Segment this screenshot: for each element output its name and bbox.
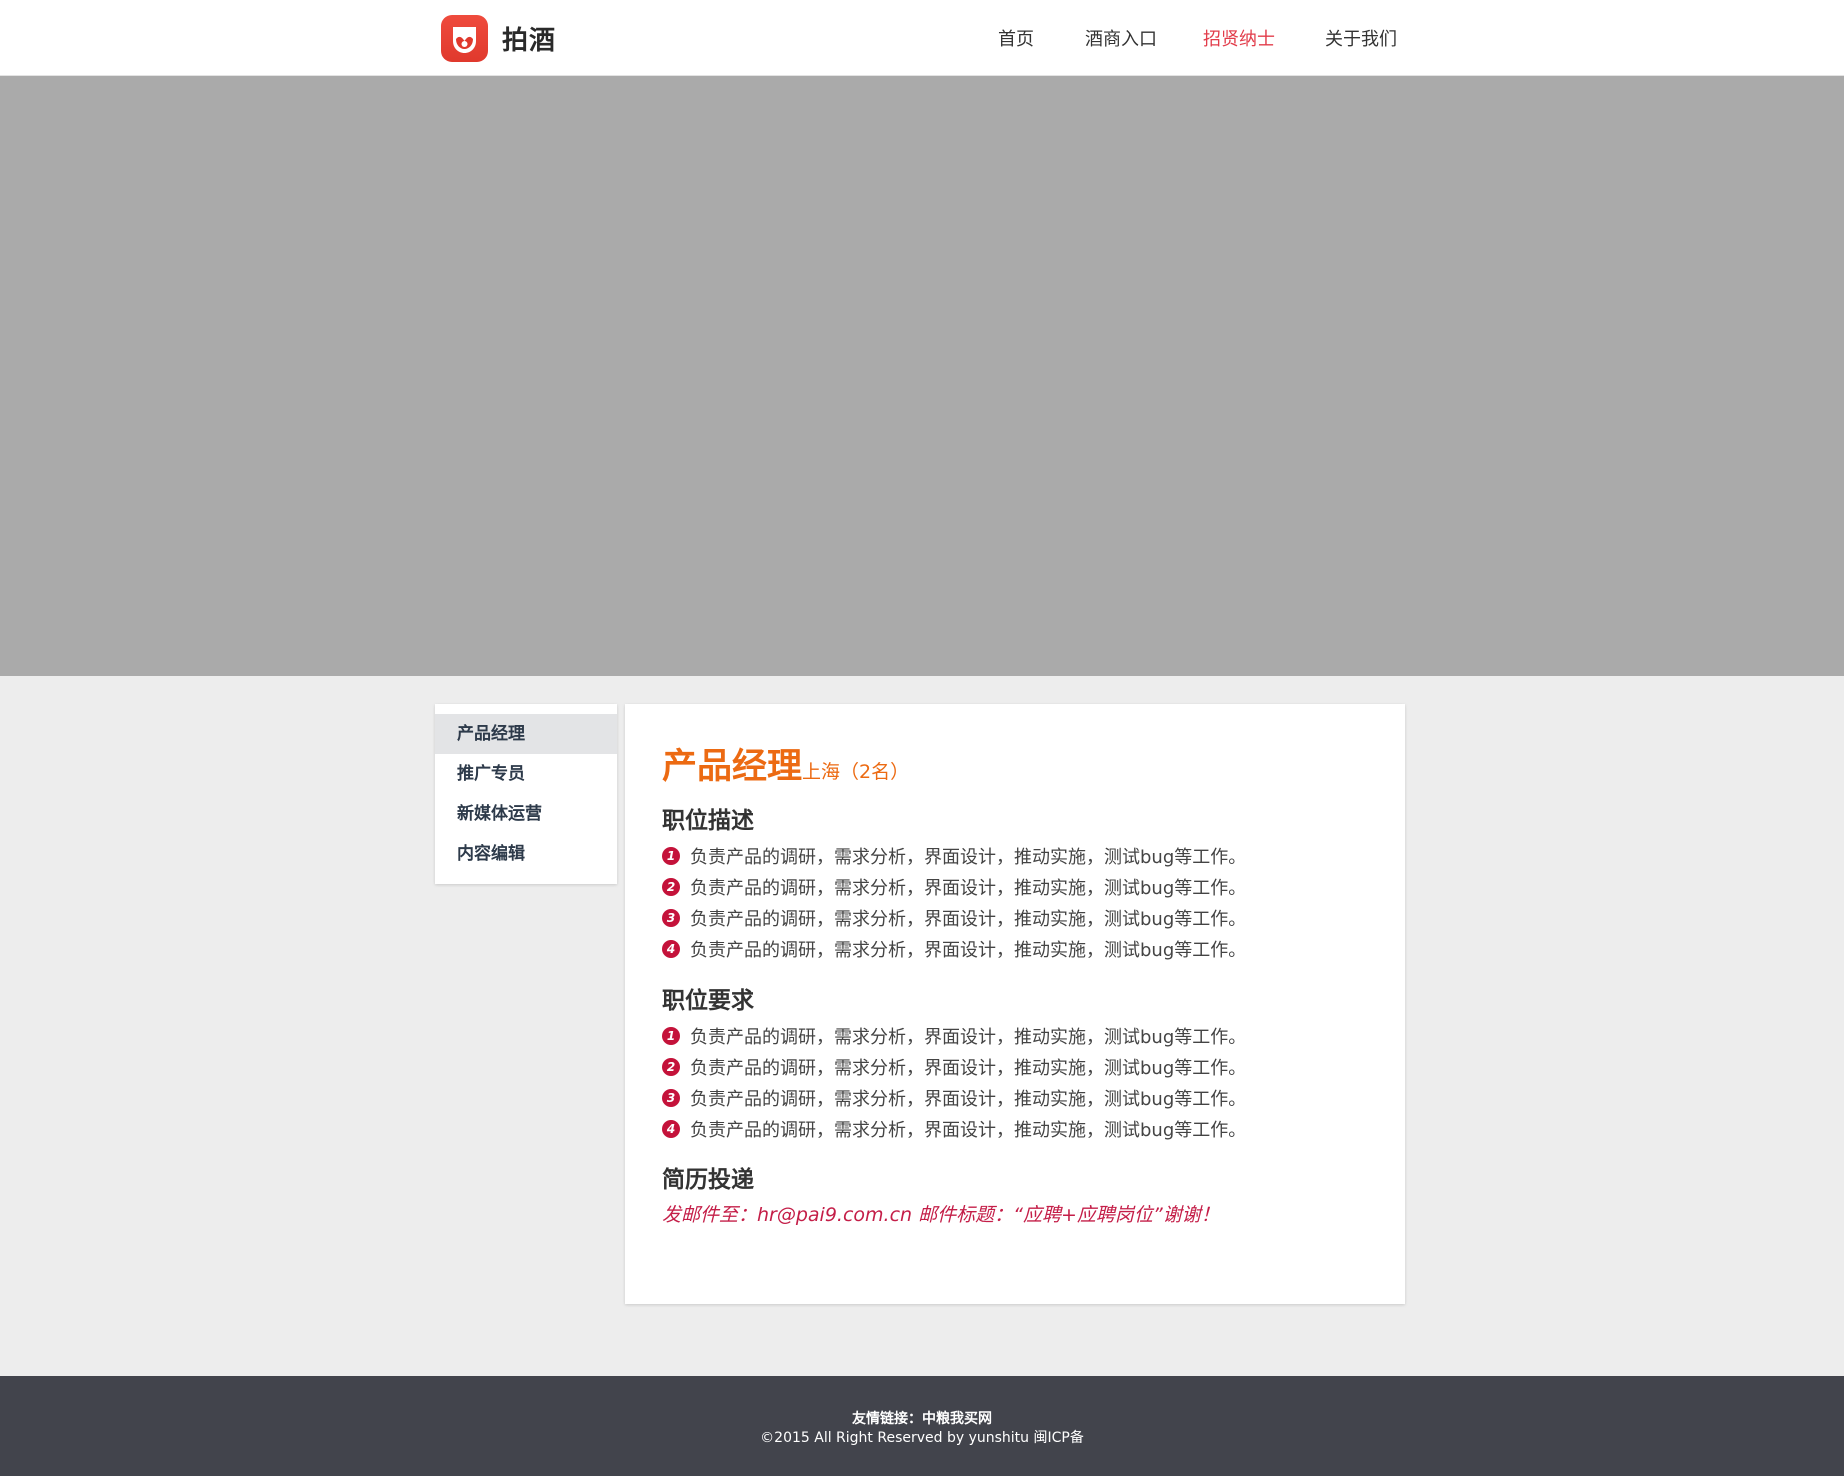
- number-badge-icon: 4: [662, 1120, 680, 1138]
- logo-icon: [441, 15, 488, 62]
- number-badge-icon: 1: [662, 1027, 680, 1045]
- friendly-links: 友情链接：中粮我买网: [0, 1408, 1844, 1428]
- number-badge-icon: 1: [662, 847, 680, 865]
- number-badge-icon: 2: [662, 878, 680, 896]
- copyright: ©2015 All Right Reserved by yunshitu 闽IC…: [760, 1430, 1084, 1446]
- list-item: 1 负责产品的调研，需求分析，界面设计，推动实施，测试bug等工作。: [662, 1024, 1246, 1048]
- number-badge-icon: 3: [662, 1089, 680, 1107]
- sidebar-item-promotion-specialist[interactable]: 推广专员: [435, 754, 617, 794]
- requirements-heading: 职位要求: [662, 988, 754, 1014]
- main-nav: 首页 酒商入口 招贤纳士 关于我们: [980, 0, 1397, 76]
- list-item: 2 负责产品的调研，需求分析，界面设计，推动实施，测试bug等工作。: [662, 1055, 1246, 1079]
- job-sidebar: 产品经理 推广专员 新媒体运营 内容编辑: [435, 704, 617, 884]
- site-footer: 友情链接：中粮我买网 ©2015 All Right Reserved by y…: [0, 1376, 1844, 1476]
- list-item: 1 负责产品的调研，需求分析，界面设计，推动实施，测试bug等工作。: [662, 844, 1246, 868]
- job-name: 产品经理: [662, 747, 803, 787]
- nav-merchant-entry[interactable]: 酒商入口: [1085, 25, 1157, 51]
- hero-banner: [0, 76, 1844, 676]
- resume-email-instruction[interactable]: 发邮件至：hr@pai9.com.cn 邮件标题：“应聘+应聘岗位”谢谢！: [662, 1200, 1220, 1227]
- number-badge-icon: 2: [662, 1058, 680, 1076]
- number-badge-icon: 4: [662, 940, 680, 958]
- list-item: 4 负责产品的调研，需求分析，界面设计，推动实施，测试bug等工作。: [662, 937, 1246, 961]
- sidebar-item-product-manager[interactable]: 产品经理: [435, 714, 617, 754]
- number-badge-icon: 3: [662, 909, 680, 927]
- footer-link-womai[interactable]: 中粮我买网: [922, 1411, 992, 1427]
- sidebar-item-content-editor[interactable]: 内容编辑: [435, 834, 617, 874]
- nav-home[interactable]: 首页: [998, 25, 1034, 51]
- site-header: 拍酒 首页 酒商入口 招贤纳士 关于我们: [0, 0, 1844, 76]
- list-item: 3 负责产品的调研，需求分析，界面设计，推动实施，测试bug等工作。: [662, 1086, 1246, 1110]
- friendly-links-label: 友情链接：: [852, 1411, 922, 1427]
- nav-careers[interactable]: 招贤纳士: [1203, 25, 1275, 51]
- list-item: 2 负责产品的调研，需求分析，界面设计，推动实施，测试bug等工作。: [662, 875, 1246, 899]
- sidebar-item-new-media-operation[interactable]: 新媒体运营: [435, 794, 617, 834]
- logo-text: 拍酒: [502, 26, 557, 56]
- job-location: 上海（2名）: [802, 761, 910, 783]
- job-title: 产品经理上海（2名）: [662, 738, 909, 789]
- job-detail-card: 产品经理上海（2名） 职位描述 1 负责产品的调研，需求分析，界面设计，推动实施，…: [625, 704, 1405, 1304]
- resume-heading: 简历投递: [662, 1167, 754, 1193]
- logo[interactable]: 拍酒: [441, 15, 556, 62]
- description-heading: 职位描述: [662, 808, 754, 834]
- list-item: 4 负责产品的调研，需求分析，界面设计，推动实施，测试bug等工作。: [662, 1117, 1246, 1141]
- list-item: 3 负责产品的调研，需求分析，界面设计，推动实施，测试bug等工作。: [662, 906, 1246, 930]
- nav-about-us[interactable]: 关于我们: [1325, 25, 1397, 51]
